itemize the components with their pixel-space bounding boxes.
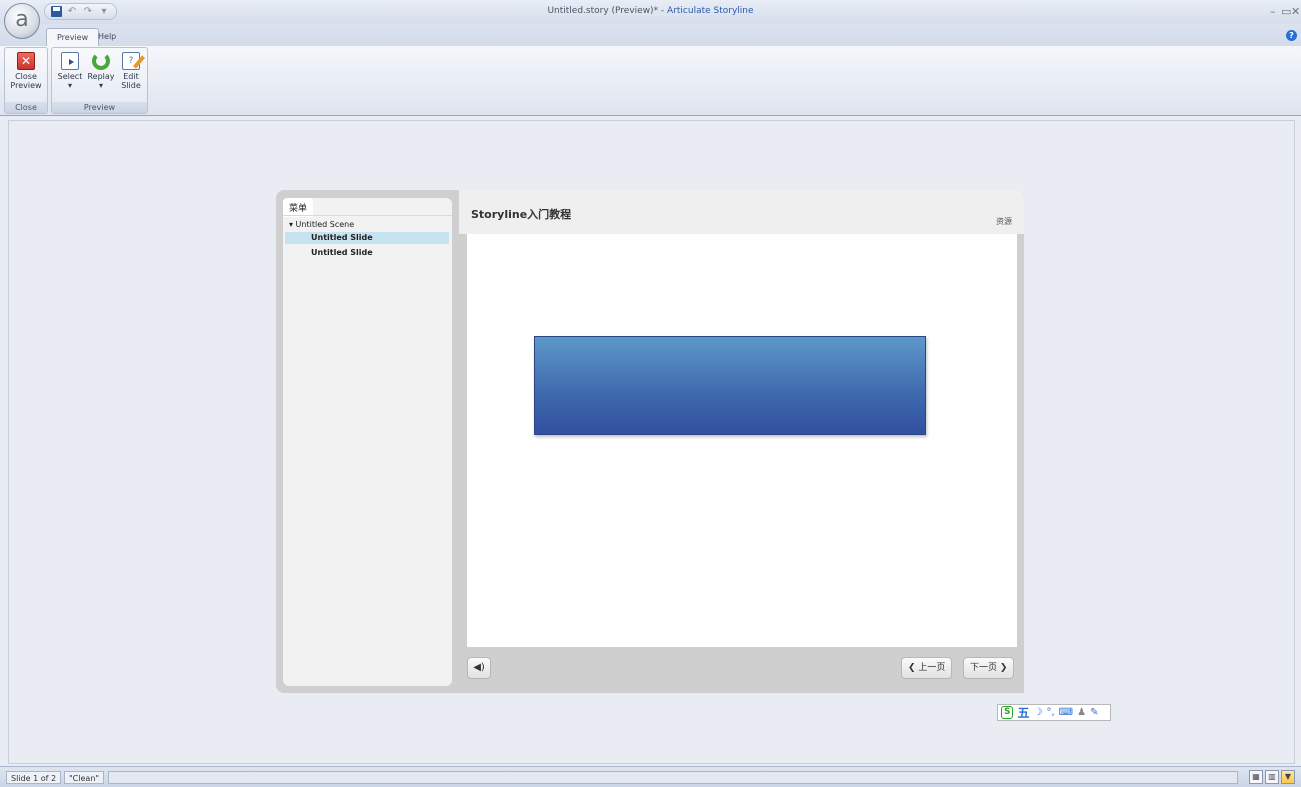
course-title: Storyline入门教程 [471,208,572,221]
chevron-left-icon: ❮ [908,663,916,673]
close-preview-label-2: Preview [10,81,42,90]
edit-slide-label-1: Edit [123,72,139,81]
replay-label: Replay [87,72,115,81]
resources-link[interactable]: 资源 [996,216,1012,227]
app-logo-icon: a [15,7,29,32]
help-icon[interactable]: ? [1286,30,1297,41]
select-label: Select [57,72,83,81]
edit-slide-button[interactable]: ? Edit Slide [118,52,144,90]
select-dropdown-arrow: ▾ [67,81,72,90]
menu-slide-item[interactable]: Untitled Slide [285,232,449,244]
normal-view-icon[interactable]: ▥ [1265,770,1279,784]
edit-slide-label-2: Slide [121,81,141,90]
tab-help[interactable]: Help [88,28,126,46]
customize-qat-icon[interactable]: ▾ [98,6,110,18]
player-sidebar: 菜单 ▾ Untitled Scene Untitled Slide Untit… [283,198,452,686]
close-window-icon[interactable]: ✕ [1291,5,1300,18]
ribbon: ✕ Close Preview Close Select ▾ Replay ▾ … [0,46,1301,116]
soft-keyboard-icon[interactable]: ⌨ [1059,707,1073,718]
application-button[interactable]: a [4,3,40,39]
menu-divider [283,215,452,216]
title-bar: Untitled.story (Preview)* - Articulate S… [0,0,1301,24]
group-label-close: Close [5,102,47,113]
minimize-icon[interactable]: – [1270,5,1276,18]
undo-icon[interactable]: ↶ [66,6,78,18]
story-view-icon[interactable]: ▦ [1249,770,1263,784]
close-preview-label-1: Close [15,72,37,81]
edit-slide-icon: ? [122,52,140,70]
half-width-icon[interactable]: ☽ [1034,707,1043,718]
scene-item[interactable]: ▾ Untitled Scene [289,220,354,229]
replay-dropdown-arrow: ▾ [98,81,103,90]
next-label: 下一页 [970,663,998,673]
ribbon-tabs: Preview Help [0,24,1301,46]
theme-status: "Clean" [64,771,105,784]
status-bar: Slide 1 of 2 "Clean" ▦ ▥ ▼ [0,766,1301,787]
ime-logo-icon[interactable]: S [1001,706,1014,719]
blue-rectangle-shape [534,336,926,435]
window-title: Untitled.story (Preview)* - Articulate S… [0,6,1301,16]
speaker-icon: ◀) [473,662,485,673]
menu-slide-item[interactable]: Untitled Slide [285,247,449,259]
quick-access-toolbar: ↶ ↷ ▾ [44,3,117,20]
redo-icon[interactable]: ↷ [82,6,94,18]
punctuation-icon[interactable]: °, [1046,707,1054,718]
document-title: Untitled.story (Preview)* - [547,6,668,16]
status-filler [108,771,1238,784]
player-header: Storyline入门教程 资源 [459,190,1024,234]
select-slide-icon [61,52,79,70]
prev-label: 上一页 [918,663,946,673]
slide-stage [467,234,1017,647]
app-name: Articulate Storyline [667,6,754,16]
slide-position-status: Slide 1 of 2 [6,771,62,784]
ime-toolbar: S 五 ☽ °, ⌨ ♟ ✎ [997,704,1111,721]
volume-button[interactable]: ◀) [467,657,491,679]
save-icon[interactable] [51,6,62,17]
user-icon[interactable]: ♟ [1077,707,1086,718]
close-preview-button[interactable]: ✕ Close Preview [8,52,44,90]
view-switcher: ▦ ▥ ▼ [1249,770,1295,784]
player-controls: ◀) ❮ 上一页 下一页 ❯ [459,647,1024,693]
prev-button[interactable]: ❮ 上一页 [901,657,953,679]
close-preview-icon: ✕ [17,52,35,70]
select-button[interactable]: Select ▾ [56,52,84,90]
chevron-right-icon: ❯ [999,663,1008,673]
replay-icon [92,52,110,70]
preview-view-icon[interactable]: ▼ [1281,770,1295,784]
next-button[interactable]: 下一页 ❯ [963,657,1015,679]
group-label-preview: Preview [52,102,147,113]
wubi-mode-icon[interactable]: 五 [1017,704,1029,721]
replay-button[interactable]: Replay ▾ [86,52,116,90]
ribbon-group-preview: Select ▾ Replay ▾ ? Edit Slide Preview [51,47,148,114]
settings-tool-icon[interactable]: ✎ [1090,707,1098,718]
ribbon-group-close: ✕ Close Preview Close [4,47,48,114]
restore-icon[interactable]: ▭ [1281,5,1291,18]
